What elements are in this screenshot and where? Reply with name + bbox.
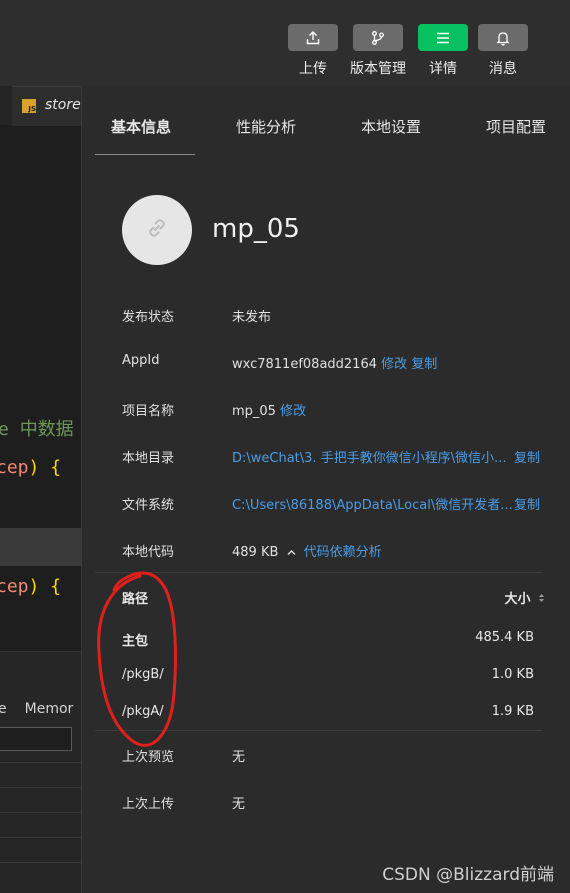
branch-icon <box>353 24 403 51</box>
package-row-size: 1.9 KB <box>491 704 534 719</box>
upload-label: 上传 <box>299 61 327 77</box>
appid-edit-link[interactable]: 修改 <box>381 357 407 372</box>
name-row: mp_05 修改 <box>232 400 306 419</box>
size-column-header[interactable]: 大小 <box>504 588 545 607</box>
link-icon <box>144 215 170 245</box>
messages-button[interactable]: 消息 <box>478 24 528 78</box>
tab-project-config[interactable]: 项目配置 <box>486 116 546 137</box>
tab-local-settings[interactable]: 本地设置 <box>361 116 421 137</box>
upload-icon <box>288 24 338 51</box>
divider <box>95 572 542 573</box>
code-line-2: cep) { <box>0 457 61 478</box>
dependency-analysis-link[interactable]: 代码依赖分析 <box>304 545 382 560</box>
appid-copy-link[interactable]: 复制 <box>411 357 437 372</box>
tab-performance[interactable]: 性能分析 <box>236 116 296 137</box>
avatar <box>122 195 192 265</box>
version-management-button[interactable]: 版本管理 <box>350 24 406 78</box>
package-row-size: 1.0 KB <box>491 667 534 682</box>
tab-basic-info[interactable]: 基本信息 <box>111 116 171 137</box>
name-label: 项目名称 <box>122 404 175 419</box>
chevron-up-icon[interactable] <box>287 545 296 560</box>
code-size: 489 KB <box>232 545 279 560</box>
editor-tab-strip: JS store <box>0 86 81 126</box>
package-row-path: 主包 <box>122 634 149 649</box>
debug-tab-partial[interactable]: e <box>0 701 7 717</box>
name-edit-link[interactable]: 修改 <box>280 404 306 419</box>
code-label: 本地代码 <box>122 545 175 560</box>
code-brace: ) { <box>28 576 62 597</box>
name-value: mp_05 <box>232 404 276 419</box>
debug-panel: e Memor <box>0 651 81 893</box>
editor-tab-filename: store <box>45 97 81 113</box>
fs-label: 文件系统 <box>122 498 175 513</box>
editor-tab-store[interactable]: JS store <box>12 86 81 126</box>
debug-tab-memory[interactable]: Memor <box>25 701 74 717</box>
details-panel: 基本信息 性能分析 本地设置 项目配置 mp_05 发布状态 未发布 AppId… <box>81 86 570 893</box>
path-column-header: 路径 <box>122 592 149 607</box>
divider <box>0 787 81 788</box>
code-comment: 中数据 <box>19 419 74 440</box>
package-row-path: /pkgA/ <box>122 704 164 719</box>
fs-copy-link[interactable]: 复制 <box>514 494 540 513</box>
divider <box>0 837 81 838</box>
details-label: 详情 <box>429 61 457 77</box>
divider <box>0 862 81 863</box>
fs-path-link[interactable]: C:\Users\86188\AppData\Local\微信开发者... <box>232 494 513 513</box>
version-management-label: 版本管理 <box>350 61 406 77</box>
filter-input[interactable] <box>0 727 72 751</box>
code-brace: ) { <box>28 457 62 478</box>
current-line-highlight <box>0 528 81 566</box>
js-file-icon: JS <box>22 99 36 113</box>
size-header-label: 大小 <box>504 592 531 607</box>
package-row-path: /pkgB/ <box>122 667 164 682</box>
bell-icon <box>478 24 528 51</box>
menu-icon <box>418 24 468 51</box>
last-preview-label: 上次预览 <box>122 750 175 765</box>
divider <box>0 812 81 813</box>
code-param: cep <box>0 576 29 597</box>
dir-copy-link[interactable]: 复制 <box>514 447 540 466</box>
divider <box>95 730 542 731</box>
code-row: 489 KB 代码依赖分析 <box>232 541 382 560</box>
project-title: mp_05 <box>212 214 300 244</box>
code-keyword: e <box>0 419 9 440</box>
code-line-1: e 中数据 <box>0 415 74 441</box>
dir-path-link[interactable]: D:\weChat\3. 手把手教你微信小程序\微信小... <box>232 447 506 466</box>
last-upload-value: 无 <box>232 797 246 812</box>
dir-label: 本地目录 <box>122 451 175 466</box>
code-param: cep <box>0 457 29 478</box>
upload-button[interactable]: 上传 <box>288 24 338 78</box>
code-line-3: cep) { <box>0 576 61 597</box>
details-button[interactable]: 详情 <box>418 24 468 78</box>
appid-value: wxc7811ef08add2164 <box>232 357 377 372</box>
top-toolbar: 上传 版本管理 详情 消息 <box>0 0 570 86</box>
debug-panel-tabs: e Memor <box>0 701 73 717</box>
appid-row: wxc7811ef08add2164 修改 复制 <box>232 353 437 372</box>
messages-label: 消息 <box>489 61 517 77</box>
sort-icon[interactable] <box>538 592 545 607</box>
last-preview-value: 无 <box>232 750 246 765</box>
package-row-size: 485.4 KB <box>475 630 534 645</box>
divider <box>0 762 81 763</box>
watermark: CSDN @Blizzard前端 <box>382 865 554 885</box>
status-label: 发布状态 <box>122 310 175 325</box>
active-tab-indicator <box>95 154 195 155</box>
status-value: 未发布 <box>232 310 272 325</box>
code-editor: JS store e 中数据 cep) { cep) { e Memor <box>0 86 81 893</box>
appid-label: AppId <box>122 353 160 368</box>
last-upload-label: 上次上传 <box>122 797 175 812</box>
